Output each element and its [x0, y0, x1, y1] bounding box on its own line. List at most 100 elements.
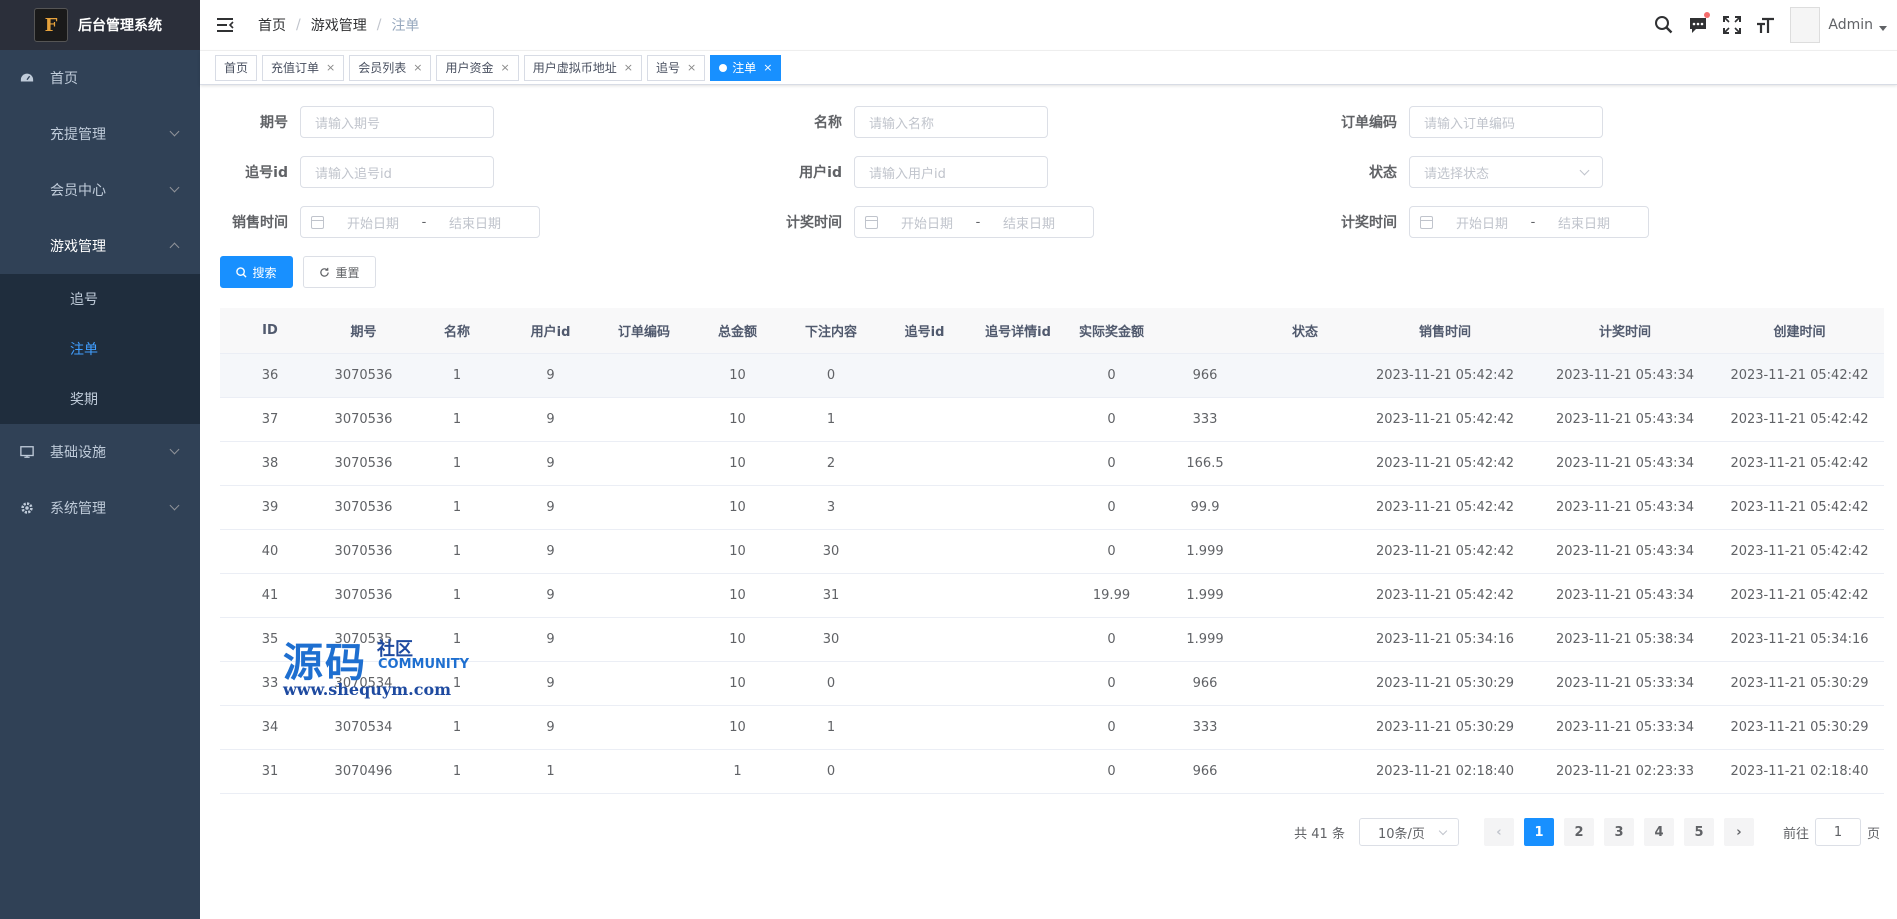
column-header: 下注内容: [804, 325, 857, 340]
prize-time-range-1[interactable]: 开始日期 - 结束日期: [854, 206, 1094, 238]
right-menu: Admin: [1654, 0, 1897, 50]
column-header: 计奖时间: [1598, 325, 1651, 340]
menu-item-system[interactable]: 系统管理: [0, 480, 200, 536]
column-header: 销售时间: [1418, 325, 1471, 340]
menu-item-game[interactable]: 游戏管理: [0, 218, 200, 274]
menu-item-infra[interactable]: 基础设施: [0, 424, 200, 480]
table-cell: 2023-11-21 05:42:42: [1730, 544, 1869, 559]
table-row[interactable]: 39 3070536 1 9 10 3 0 99.9 2023-11-21 05:42:42 20…: [220, 486, 1884, 530]
table-row[interactable]: 41 3070536 1 9 10 31 19.99 1.999 2023-11-21 05:4…: [220, 574, 1884, 618]
table-row[interactable]: 31 3070496 1 1 1 0 0 966 2023-11-21 02:18:40 2023…: [220, 750, 1884, 794]
breadcrumb-game[interactable]: 游戏管理: [311, 15, 367, 35]
search-button[interactable]: 搜索: [220, 256, 293, 288]
tag-user-funds[interactable]: 用户资金 ×: [436, 54, 519, 81]
date-start: 开始日期: [346, 216, 399, 232]
close-icon[interactable]: ×: [413, 56, 422, 80]
page-button-3[interactable]: 3: [1603, 818, 1634, 846]
table-cell: 2023-11-21 05:43:34: [1555, 544, 1695, 559]
font-size-icon[interactable]: [1756, 15, 1776, 35]
page-button-2[interactable]: 2: [1563, 818, 1594, 846]
reset-button[interactable]: 重置: [303, 256, 376, 288]
caret-down-icon[interactable]: [1879, 25, 1887, 31]
status-select[interactable]: 请选择状态: [1409, 156, 1603, 188]
goto-input[interactable]: 1: [1814, 818, 1861, 846]
hamburger-icon[interactable]: [215, 15, 235, 35]
table-cell: 2023-11-21 05:34:16: [1730, 632, 1869, 647]
table-cell: 9: [546, 412, 555, 427]
refresh-icon: [320, 267, 330, 277]
page-button-5[interactable]: 5: [1683, 818, 1714, 846]
search-icon[interactable]: [1654, 15, 1674, 35]
submenu-item-period[interactable]: 奖期: [0, 374, 200, 424]
menu-item-member[interactable]: 会员中心: [0, 162, 200, 218]
chase-id-input[interactable]: 请输入追号id: [300, 156, 494, 188]
tag-bets-active[interactable]: 注单 ×: [710, 54, 782, 81]
menu-item-recharge[interactable]: 充提管理: [0, 106, 200, 162]
table-row[interactable]: 40 3070536 1 9 10 30 0 1.999 2023-11-21 05:42:42…: [220, 530, 1884, 574]
close-icon[interactable]: ×: [763, 56, 772, 80]
table-header: ID 期号 名称 用户id 订单编码 总金额 下注内容 追号id 追号详情id 实际奖金额 状态 销售…: [220, 308, 1884, 354]
table-row[interactable]: 38 3070536 1 9 10 2 0 166.5 2023-11-21 05:42:42 2…: [220, 442, 1884, 486]
table-cell: 1: [826, 720, 836, 735]
pagination-total: 共 41 条: [1294, 826, 1345, 842]
name-input[interactable]: 请输入名称: [854, 106, 1048, 138]
table-cell: 1: [452, 720, 462, 735]
prize-time-range-2[interactable]: 开始日期 - 结束日期: [1409, 206, 1649, 238]
close-icon[interactable]: ×: [624, 56, 633, 80]
message-icon[interactable]: [1688, 12, 1711, 35]
close-icon[interactable]: ×: [326, 56, 335, 80]
order-no-input[interactable]: 请输入订单编码: [1409, 106, 1603, 138]
next-page-button[interactable]: ›: [1723, 818, 1754, 846]
menu-label: 首页: [50, 71, 78, 87]
table-row[interactable]: 34 3070534 1 9 10 1 0 333 2023-11-21 05:30:29 202…: [220, 706, 1884, 750]
menu-label: 充提管理: [50, 127, 106, 143]
prev-page-button[interactable]: ‹: [1483, 818, 1514, 846]
tag-member-list[interactable]: 会员列表 ×: [349, 54, 432, 81]
tag-chase[interactable]: 追号 ×: [646, 54, 706, 81]
column-header: 实际奖金额: [1078, 325, 1144, 340]
table-cell: 1.999: [1186, 544, 1224, 559]
table-cell: 9: [546, 500, 555, 515]
notification-dot: [1704, 12, 1711, 18]
page-button-1[interactable]: 1: [1523, 818, 1554, 846]
column-header: ID: [262, 323, 278, 338]
close-icon[interactable]: ×: [687, 56, 696, 80]
table-cell: 2023-11-21 05:43:34: [1555, 368, 1695, 383]
fullscreen-icon[interactable]: [1722, 15, 1742, 35]
column-header: 订单编码: [617, 325, 670, 340]
table-cell: 0: [1107, 500, 1116, 515]
goto-suffix: 页: [1866, 826, 1880, 842]
field-label: 计奖时间: [1341, 215, 1397, 231]
sale-time-range[interactable]: 开始日期 - 结束日期: [300, 206, 540, 238]
table-cell: 333: [1192, 412, 1218, 427]
field-label: 期号: [260, 115, 288, 131]
page-size-select[interactable]: 10条/页: [1358, 818, 1459, 846]
issue-input[interactable]: 请输入期号: [300, 106, 494, 138]
logo[interactable]: F 后台管理系统: [0, 0, 200, 50]
page-button-4[interactable]: 4: [1643, 818, 1674, 846]
column-header: 创建时间: [1773, 325, 1826, 340]
bets-table: ID 期号 名称 用户id 订单编码 总金额 下注内容 追号id 追号详情id 实际奖金额 状态 销售…: [220, 308, 1884, 794]
submenu-item-bets[interactable]: 注单: [0, 324, 200, 374]
tag-home[interactable]: 首页: [215, 54, 258, 81]
table-row[interactable]: 37 3070536 1 9 10 1 0 333 2023-11-21 05:42:42 202…: [220, 398, 1884, 442]
table-cell: 1.999: [1186, 588, 1224, 603]
table-cell: 2023-11-21 05:34:16: [1375, 632, 1515, 647]
date-end: 结束日期: [1557, 216, 1610, 232]
table-row[interactable]: 36 3070536 1 9 10 0 0 966 2023-11-21 05:42:42 202…: [220, 354, 1884, 398]
table-cell: 9: [546, 588, 555, 603]
table-cell: 10: [729, 588, 746, 603]
avatar[interactable]: [1790, 7, 1821, 43]
user-name[interactable]: Admin: [1828, 17, 1873, 33]
tag-crypto-address[interactable]: 用户虚拟币地址 ×: [523, 54, 642, 81]
table-cell: 3070536: [334, 412, 393, 427]
menu-item-home[interactable]: 首页: [0, 50, 200, 106]
user-id-input[interactable]: 请输入用户id: [854, 156, 1048, 188]
calendar-icon: [311, 215, 324, 229]
close-icon[interactable]: ×: [501, 56, 510, 80]
tag-recharge-order[interactable]: 充值订单 ×: [262, 54, 345, 81]
submenu-item-chase[interactable]: 追号: [0, 274, 200, 324]
date-start: 开始日期: [900, 216, 953, 232]
breadcrumb-home[interactable]: 首页: [258, 15, 286, 35]
table-cell: 0: [1107, 456, 1116, 471]
